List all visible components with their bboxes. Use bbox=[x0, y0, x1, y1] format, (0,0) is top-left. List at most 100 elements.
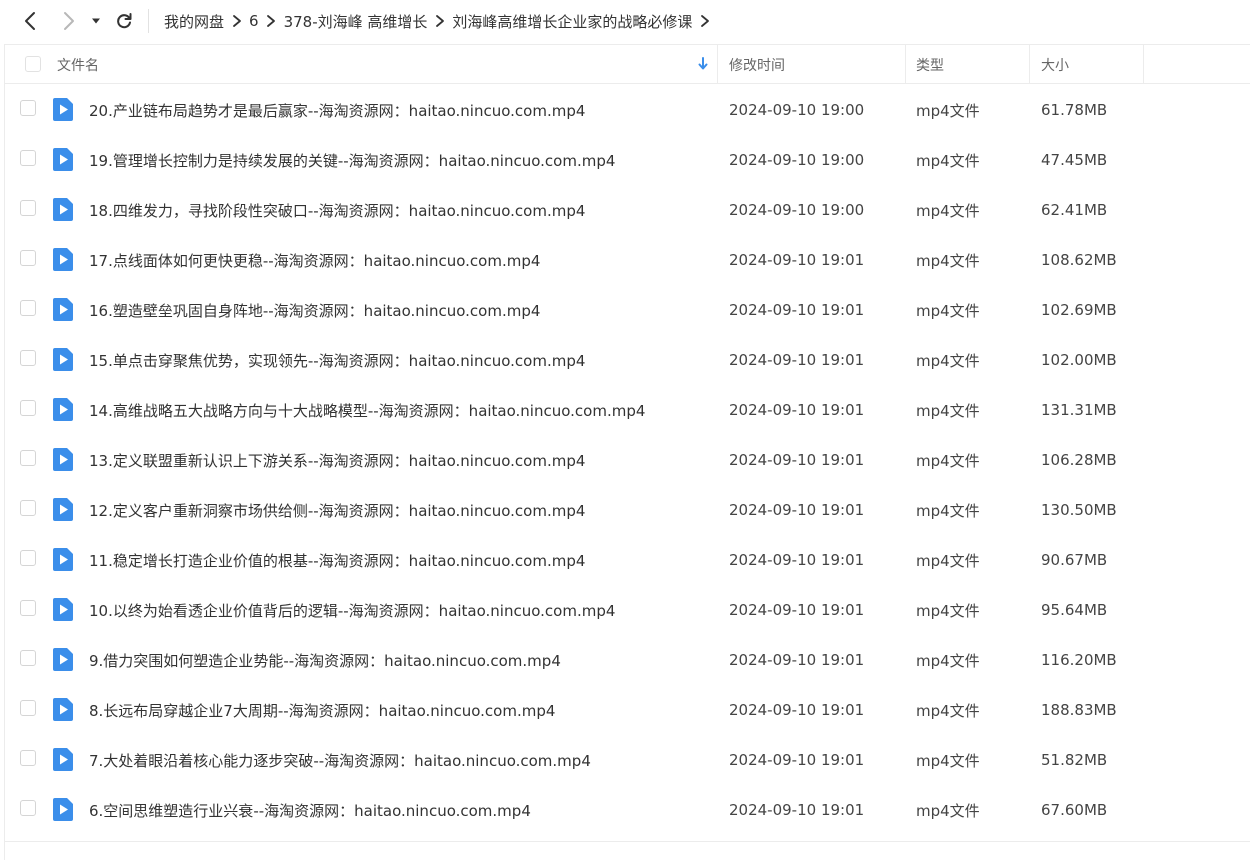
file-name[interactable]: 13.定义联盟重新认识上下游关系--海淘资源网：haitao.nincuo.co… bbox=[89, 435, 585, 485]
breadcrumb-separator-icon bbox=[224, 11, 249, 31]
row-checkbox[interactable] bbox=[20, 500, 36, 516]
back-button[interactable] bbox=[18, 9, 42, 33]
video-file-icon bbox=[52, 397, 74, 422]
video-file-icon bbox=[52, 447, 74, 472]
row-checkbox[interactable] bbox=[20, 250, 36, 266]
file-row[interactable]: 12.定义客户重新洞察市场供给侧--海淘资源网：haitao.nincuo.co… bbox=[5, 485, 1250, 535]
file-size: 51.82MB bbox=[1041, 751, 1108, 769]
file-type: mp4文件 bbox=[916, 301, 980, 320]
file-name[interactable]: 20.产业链布局趋势才是最后赢家--海淘资源网：haitao.nincuo.co… bbox=[89, 85, 585, 135]
breadcrumb-item-root[interactable]: 我的网盘 bbox=[164, 11, 224, 32]
row-checkbox[interactable] bbox=[20, 150, 36, 166]
file-row[interactable]: 13.定义联盟重新认识上下游关系--海淘资源网：haitao.nincuo.co… bbox=[5, 435, 1250, 485]
file-size: 102.00MB bbox=[1041, 351, 1117, 369]
file-name[interactable]: 6.空间思维塑造行业兴衰--海淘资源网：haitao.nincuo.com.mp… bbox=[89, 785, 531, 835]
file-name[interactable]: 11.稳定增长打造企业价值的根基--海淘资源网：haitao.nincuo.co… bbox=[89, 535, 585, 585]
file-name[interactable]: 19.管理增长控制力是持续发展的关键--海淘资源网：haitao.nincuo.… bbox=[89, 135, 615, 185]
file-name[interactable]: 8.长远布局穿越企业7大周期--海淘资源网：haitao.nincuo.com.… bbox=[89, 685, 555, 735]
file-row[interactable]: 18.四维发力，寻找阶段性突破口--海淘资源网：haitao.nincuo.co… bbox=[5, 185, 1250, 235]
row-checkbox[interactable] bbox=[20, 450, 36, 466]
file-modified-time: 2024-09-10 19:00 bbox=[729, 151, 865, 169]
file-modified-time: 2024-09-10 19:01 bbox=[729, 701, 865, 719]
breadcrumb-item-folder-6[interactable]: 6 bbox=[249, 12, 259, 30]
file-type: mp4文件 bbox=[916, 451, 980, 470]
row-checkbox[interactable] bbox=[20, 100, 36, 116]
file-name[interactable]: 9.借力突围如何塑造企业势能--海淘资源网：haitao.nincuo.com.… bbox=[89, 635, 561, 685]
breadcrumb-item-course-folder[interactable]: 378-刘海峰 高维增长 bbox=[284, 11, 428, 32]
file-modified-time: 2024-09-10 19:01 bbox=[729, 501, 865, 519]
column-divider[interactable] bbox=[717, 45, 718, 84]
row-checkbox[interactable] bbox=[20, 700, 36, 716]
file-row[interactable]: 9.借力突围如何塑造企业势能--海淘资源网：haitao.nincuo.com.… bbox=[5, 635, 1250, 685]
toolbar: 我的网盘 6 378-刘海峰 高维增长 刘海峰高维增长企业家的战略必修课 bbox=[0, 0, 1250, 42]
file-name[interactable]: 12.定义客户重新洞察市场供给侧--海淘资源网：haitao.nincuo.co… bbox=[89, 485, 585, 535]
row-checkbox[interactable] bbox=[20, 350, 36, 366]
video-file-icon bbox=[52, 747, 74, 772]
file-name[interactable]: 18.四维发力，寻找阶段性突破口--海淘资源网：haitao.nincuo.co… bbox=[89, 185, 585, 235]
file-size: 102.69MB bbox=[1041, 301, 1117, 319]
file-row[interactable]: 7.大处着眼沿着核心能力逐步突破--海淘资源网：haitao.nincuo.co… bbox=[5, 735, 1250, 785]
video-file-icon bbox=[52, 147, 74, 172]
row-checkbox[interactable] bbox=[20, 800, 36, 816]
file-size: 62.41MB bbox=[1041, 201, 1108, 219]
row-checkbox[interactable] bbox=[20, 550, 36, 566]
file-row[interactable]: 11.稳定增长打造企业价值的根基--海淘资源网：haitao.nincuo.co… bbox=[5, 535, 1250, 585]
column-header-size[interactable]: 大小 bbox=[1041, 45, 1069, 84]
file-size: 95.64MB bbox=[1041, 601, 1108, 619]
file-row[interactable]: 17.点线面体如何更快更稳--海淘资源网：haitao.nincuo.com.m… bbox=[5, 235, 1250, 285]
video-file-icon bbox=[52, 247, 74, 272]
file-size: 116.20MB bbox=[1041, 651, 1117, 669]
video-file-icon bbox=[52, 97, 74, 122]
forward-button[interactable] bbox=[57, 9, 81, 33]
file-modified-time: 2024-09-10 19:01 bbox=[729, 301, 865, 319]
chevron-right-icon bbox=[64, 12, 74, 30]
row-checkbox[interactable] bbox=[20, 600, 36, 616]
file-row[interactable]: 16.塑造壁垒巩固自身阵地--海淘资源网：haitao.nincuo.com.m… bbox=[5, 285, 1250, 335]
file-list-header: 文件名 修改时间 类型 大小 bbox=[5, 45, 1250, 84]
file-type: mp4文件 bbox=[916, 601, 980, 620]
file-type: mp4文件 bbox=[916, 401, 980, 420]
video-file-icon bbox=[52, 697, 74, 722]
file-type: mp4文件 bbox=[916, 251, 980, 270]
column-header-modified[interactable]: 修改时间 bbox=[729, 45, 785, 84]
file-row[interactable]: 15.单点击穿聚焦优势，实现领先--海淘资源网：haitao.nincuo.co… bbox=[5, 335, 1250, 385]
row-checkbox[interactable] bbox=[20, 400, 36, 416]
file-name[interactable]: 15.单点击穿聚焦优势，实现领先--海淘资源网：haitao.nincuo.co… bbox=[89, 335, 585, 385]
file-size: 188.83MB bbox=[1041, 701, 1117, 719]
file-type: mp4文件 bbox=[916, 501, 980, 520]
file-name[interactable]: 17.点线面体如何更快更稳--海淘资源网：haitao.nincuo.com.m… bbox=[89, 235, 540, 285]
file-name[interactable]: 10.以终为始看透企业价值背后的逻辑--海淘资源网：haitao.nincuo.… bbox=[89, 585, 615, 635]
refresh-button[interactable] bbox=[112, 9, 136, 33]
column-divider[interactable] bbox=[1143, 45, 1144, 84]
file-row[interactable]: 6.空间思维塑造行业兴衰--海淘资源网：haitao.nincuo.com.mp… bbox=[5, 785, 1250, 835]
file-row[interactable]: 20.产业链布局趋势才是最后赢家--海淘资源网：haitao.nincuo.co… bbox=[5, 85, 1250, 135]
file-modified-time: 2024-09-10 19:01 bbox=[729, 551, 865, 569]
file-name[interactable]: 16.塑造壁垒巩固自身阵地--海淘资源网：haitao.nincuo.com.m… bbox=[89, 285, 540, 335]
column-header-name[interactable]: 文件名 bbox=[57, 45, 99, 84]
file-size: 130.50MB bbox=[1041, 501, 1117, 519]
file-modified-time: 2024-09-10 19:01 bbox=[729, 401, 865, 419]
column-header-type[interactable]: 类型 bbox=[916, 45, 944, 84]
file-name[interactable]: 14.高维战略五大战略方向与十大战略模型--海淘资源网：haitao.nincu… bbox=[89, 385, 645, 435]
row-checkbox[interactable] bbox=[20, 650, 36, 666]
file-row[interactable]: 19.管理增长控制力是持续发展的关键--海淘资源网：haitao.nincuo.… bbox=[5, 135, 1250, 185]
file-row[interactable]: 14.高维战略五大战略方向与十大战略模型--海淘资源网：haitao.nincu… bbox=[5, 385, 1250, 435]
sort-descending-icon[interactable] bbox=[697, 57, 709, 71]
column-divider[interactable] bbox=[905, 45, 906, 84]
file-type: mp4文件 bbox=[916, 551, 980, 570]
select-all-checkbox[interactable] bbox=[25, 56, 41, 72]
video-file-icon bbox=[52, 497, 74, 522]
row-checkbox[interactable] bbox=[20, 750, 36, 766]
file-list: 20.产业链布局趋势才是最后赢家--海淘资源网：haitao.nincuo.co… bbox=[5, 85, 1250, 835]
breadcrumb-expand-icon[interactable] bbox=[692, 11, 717, 31]
file-row[interactable]: 8.长远布局穿越企业7大周期--海淘资源网：haitao.nincuo.com.… bbox=[5, 685, 1250, 735]
file-row[interactable]: 10.以终为始看透企业价值背后的逻辑--海淘资源网：haitao.nincuo.… bbox=[5, 585, 1250, 635]
file-type: mp4文件 bbox=[916, 201, 980, 220]
file-modified-time: 2024-09-10 19:00 bbox=[729, 201, 865, 219]
column-divider[interactable] bbox=[1029, 45, 1030, 84]
row-checkbox[interactable] bbox=[20, 200, 36, 216]
row-checkbox[interactable] bbox=[20, 300, 36, 316]
file-name[interactable]: 7.大处着眼沿着核心能力逐步突破--海淘资源网：haitao.nincuo.co… bbox=[89, 735, 591, 785]
history-dropdown-button[interactable] bbox=[88, 9, 104, 33]
breadcrumb-item-current-folder[interactable]: 刘海峰高维增长企业家的战略必修课 bbox=[452, 11, 692, 32]
